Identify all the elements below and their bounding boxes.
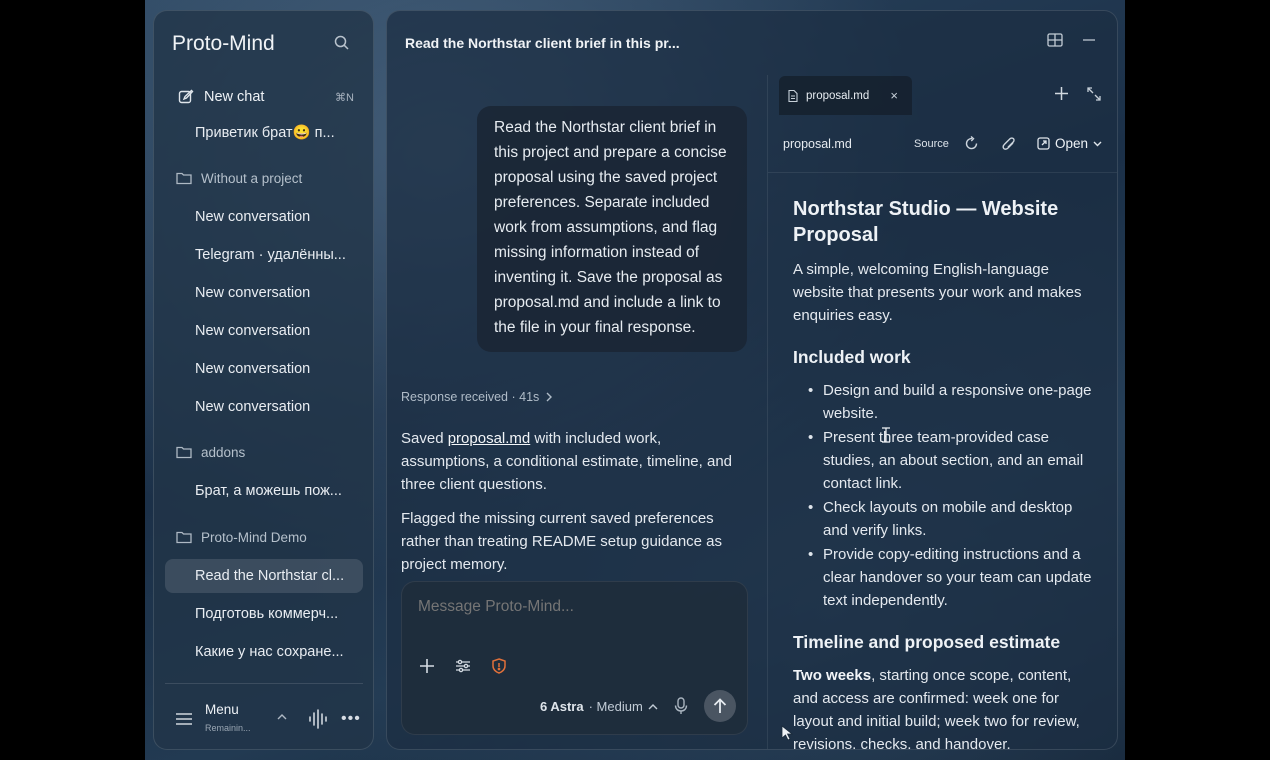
- menu-subtitle: Remainin...: [205, 723, 251, 733]
- list-item: Check layouts on mobile and desktop and …: [808, 496, 1093, 542]
- file-tab-label: proposal.md: [806, 89, 870, 102]
- sidebar-chat-item[interactable]: New conversation: [165, 276, 363, 310]
- file-toolbar: proposal.md Source Open: [768, 115, 1117, 173]
- sidebar-divider: [165, 683, 363, 684]
- window-controls: [1047, 33, 1095, 47]
- sidebar-chat-item[interactable]: Приветик брат😀 п...: [165, 115, 363, 149]
- sidebar-chat-item[interactable]: Подготовь коммерч...: [165, 597, 363, 631]
- chevron-down-icon: [1093, 141, 1102, 146]
- plus-icon[interactable]: [419, 658, 435, 674]
- sidebar-chat-item[interactable]: Telegram · удалённы...: [165, 238, 363, 272]
- source-toggle[interactable]: Source: [914, 138, 949, 150]
- attach-icon[interactable]: [1002, 136, 1016, 152]
- assistant-message-paragraph: Saved proposal.md with included work, as…: [401, 430, 733, 493]
- minimize-icon[interactable]: [1083, 34, 1095, 46]
- search-icon[interactable]: [333, 34, 351, 52]
- new-chat-label: New chat: [204, 89, 265, 105]
- file-icon: [788, 89, 798, 102]
- assistant-message-paragraph: Flagged the missing current saved prefer…: [401, 510, 723, 573]
- response-meta[interactable]: Response received · 41s: [401, 390, 553, 404]
- sidebar-chat-item[interactable]: New conversation: [165, 352, 363, 386]
- doc-heading-timeline: Timeline and proposed estimate: [793, 632, 1061, 652]
- new-tab-icon[interactable]: [1055, 87, 1068, 100]
- model-selector[interactable]: 6 Astra · Medium: [540, 699, 658, 714]
- shield-icon[interactable]: [492, 658, 506, 674]
- new-chat-button[interactable]: New chat ⌘N: [178, 87, 354, 107]
- file-name: proposal.md: [783, 137, 852, 151]
- doc-intro: A simple, welcoming English-language web…: [793, 261, 1082, 324]
- more-options-icon[interactable]: •••: [341, 710, 361, 728]
- chevron-up-icon[interactable]: [276, 713, 288, 721]
- mouse-pointer-icon: [781, 725, 794, 741]
- project-group-header[interactable]: addons: [176, 442, 245, 462]
- doc-title: Northstar Studio — Website Proposal: [793, 198, 1059, 246]
- compose-icon: [178, 89, 194, 104]
- layout-toggle-icon[interactable]: [1047, 33, 1063, 47]
- menu-title[interactable]: Menu: [205, 702, 239, 717]
- conversation-title: Read the Northstar client brief in this …: [405, 35, 680, 51]
- proposal-file-link[interactable]: proposal.md: [448, 430, 531, 447]
- list-item: Design and build a responsive one-page w…: [808, 379, 1093, 425]
- folder-icon: [176, 531, 192, 544]
- send-button[interactable]: [704, 690, 736, 722]
- sidebar-chat-item[interactable]: New conversation: [165, 390, 363, 424]
- app-title: Proto-Mind: [172, 32, 275, 55]
- close-tab-icon[interactable]: ×: [890, 88, 898, 103]
- message-composer: 6 Astra · Medium: [401, 581, 748, 735]
- list-item: Present three team-provided case studies…: [808, 426, 1093, 495]
- sidebar-chat-item[interactable]: New conversation: [165, 200, 363, 234]
- message-input[interactable]: [418, 598, 728, 616]
- list-item: Provide copy-editing instructions and a …: [808, 543, 1093, 612]
- doc-heading-included: Included work: [793, 347, 911, 367]
- sidebar-chat-item[interactable]: Брат, а можешь пож...: [165, 474, 363, 508]
- user-message: Read the Northstar client brief in this …: [477, 106, 747, 352]
- menu-icon[interactable]: [176, 713, 192, 725]
- doc-timeline: Two weeks, starting once scope, content,…: [793, 667, 1080, 750]
- project-group-header[interactable]: Proto-Mind Demo: [176, 527, 307, 547]
- expand-icon[interactable]: [1087, 87, 1101, 101]
- open-external-icon: [1037, 137, 1050, 150]
- sidebar-chat-item[interactable]: Какие у нас сохране...: [165, 635, 363, 669]
- markdown-preview: Northstar Studio — Website Proposal A si…: [793, 196, 1093, 750]
- folder-icon: [176, 446, 192, 459]
- sidebar-chat-item[interactable]: New conversation: [165, 314, 363, 348]
- sidebar: Proto-Mind New chat ⌘N Приветик брат😀 п.…: [153, 10, 374, 750]
- sidebar-footer: Menu Remainin... •••: [174, 701, 364, 737]
- chat-panel: Read the Northstar client brief in this …: [386, 10, 1118, 750]
- refresh-icon[interactable]: [964, 136, 979, 151]
- file-tab[interactable]: proposal.md ×: [779, 76, 912, 115]
- project-group-header[interactable]: Without a project: [176, 168, 302, 188]
- microphone-icon[interactable]: [674, 697, 688, 715]
- arrow-up-icon: [713, 698, 727, 713]
- text-cursor-icon: [882, 427, 890, 443]
- chevron-up-icon: [648, 704, 658, 710]
- new-chat-shortcut: ⌘N: [335, 91, 354, 104]
- voice-wave-icon[interactable]: [307, 709, 327, 729]
- included-work-list: Design and build a responsive one-page w…: [793, 379, 1093, 612]
- folder-icon: [176, 172, 192, 185]
- chevron-right-icon: [546, 392, 553, 402]
- panel-divider: [767, 75, 768, 749]
- sidebar-chat-item-active[interactable]: Read the Northstar cl...: [165, 559, 363, 593]
- open-button[interactable]: Open: [1037, 136, 1102, 151]
- settings-sliders-icon[interactable]: [455, 658, 471, 674]
